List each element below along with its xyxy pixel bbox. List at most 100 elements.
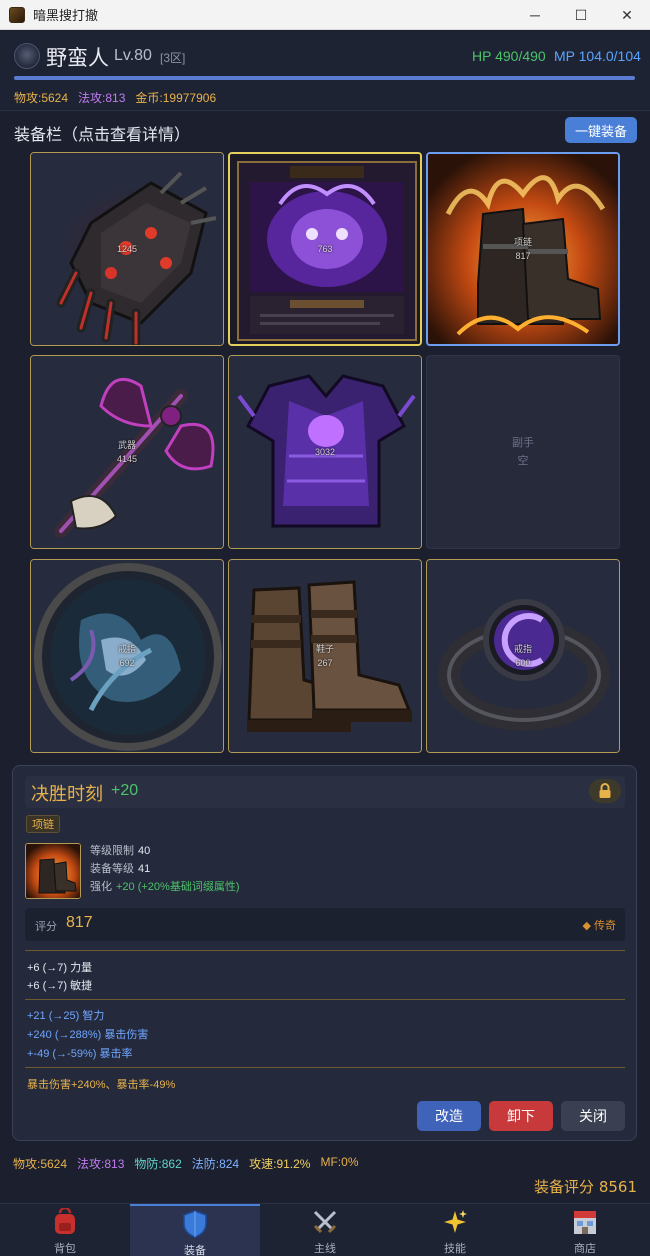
slot-text: 1245 (117, 242, 137, 256)
nav-store[interactable]: 商店 (520, 1204, 650, 1256)
nav-backpack[interactable]: 背包 (0, 1204, 130, 1256)
nav-equipment[interactable]: 装备 (130, 1204, 260, 1256)
slot-label: 戒指 (117, 644, 136, 654)
score-value: 817 (66, 914, 93, 931)
slot-text: 鞋子 267 (316, 642, 334, 670)
auto-equip-button[interactable]: 一键装备 (565, 117, 637, 143)
lock-icon (599, 783, 611, 798)
fire-boots-icon (26, 844, 80, 898)
server-tag: [3区] (160, 51, 186, 65)
slot-value: 763 (317, 244, 333, 254)
equip-slot-fire-boots[interactable]: 项链 817 (426, 152, 620, 346)
slot-value: 817 (515, 251, 531, 261)
equip-slot-ring[interactable]: 戒指 600 (426, 559, 620, 753)
magic-attr: +-49 (→-59%) 暴击率 (27, 1048, 133, 1060)
magic-attr: +240 (→288%) 暴击伤害 (27, 1029, 149, 1041)
experience-fill (14, 76, 635, 80)
special-effect: 暴击伤害+240%、暴击率-49% (27, 1079, 176, 1091)
reforge-button[interactable]: 改造 (417, 1101, 481, 1131)
slot-text: 3032 (315, 445, 335, 459)
item-detail-panel: 决胜时刻 +20 项链 等级限制 40 装备等级 41 强化 +20 (+20%基础词… (12, 765, 637, 1141)
equip-slot-gloves[interactable]: 1245 (30, 152, 224, 346)
item-thumbnail (25, 843, 81, 899)
maximize-button[interactable]: ☐ (558, 0, 604, 30)
equip-slot-necklace[interactable]: 763 (228, 152, 422, 346)
mf-stat: MF:0% (320, 1155, 359, 1169)
base-attr: +6 (→7) 力量 (27, 962, 93, 974)
lock-button[interactable] (589, 779, 621, 803)
enhance-info: 强化 +20 (+20%基础词缀属性) (90, 878, 239, 894)
nav-skills[interactable]: 技能 (390, 1204, 520, 1256)
slot-value: 3032 (314, 447, 336, 457)
slot-value: 1245 (116, 244, 138, 254)
window-titlebar: 暗黑搜打撤 ─ ☐ ✕ (0, 0, 650, 30)
crossed-swords-icon (311, 1208, 339, 1236)
slot-text: 项链 817 (514, 235, 532, 263)
equip-slot-weapon[interactable]: 武器 4145 (30, 355, 224, 549)
avatar[interactable] (14, 43, 40, 69)
equip-slot-amulet[interactable]: 戒指 692 (30, 559, 224, 753)
slot-text: 戒指 600 (514, 642, 532, 670)
slot-text: 武器 4145 (117, 438, 137, 466)
item-score-bar: 评分 817 ◆ 传奇 (25, 908, 625, 941)
phys-attack-stat: 物攻:5624 (14, 91, 69, 105)
window-title: 暗黑搜打撤 (33, 9, 99, 24)
equipment-title: 装备栏（点击查看详情） (14, 125, 191, 144)
divider (25, 950, 625, 951)
bottom-stats: 物攻:5624 法攻:813 物防:862 法防:824 攻速:91.2% MF… (13, 1155, 359, 1172)
equip-slot-shoes[interactable]: 鞋子 267 (228, 559, 422, 753)
base-attr: +6 (→7) 敏捷 (27, 980, 93, 992)
enhance-value: +20 (+20%基础词缀属性) (116, 881, 240, 893)
minimize-button[interactable]: ─ (512, 0, 558, 30)
nav-label: 主线 (314, 1242, 336, 1255)
mag-attack-stat: 法攻:813 (77, 1157, 125, 1171)
slot-text: 副手空 (512, 434, 534, 470)
sparkles-icon (441, 1208, 469, 1236)
nav-label: 商店 (574, 1242, 596, 1255)
mag-def-stat: 法防:824 (191, 1157, 240, 1171)
equip-slot-armor[interactable]: 3032 (228, 355, 422, 549)
header-stats: 物攻:5624 法攻:813 金币:19977906 (14, 89, 216, 106)
app-icon (9, 6, 25, 23)
total-equip-score: 装备评分 8561 (534, 1178, 637, 1196)
item-type-badge: 项链 (26, 815, 60, 833)
enhance-label: 强化 (90, 881, 112, 893)
nav-label: 背包 (54, 1242, 76, 1255)
slot-label: 项链 (513, 237, 532, 247)
window-controls: ─ ☐ ✕ (512, 0, 650, 30)
equip-slot-offhand[interactable]: 副手空 (426, 355, 620, 549)
rarity-label: ◆ 传奇 (582, 920, 616, 932)
level-req-label: 等级限制 (90, 845, 134, 857)
atk-speed-stat: 攻速:91.2% (249, 1157, 311, 1171)
character-header: 野蛮人 Lv.80 [3区] HP 490/490 MP 104.0/104 物… (0, 31, 650, 111)
slot-label: 戒指 (513, 644, 532, 654)
equip-level-value: 41 (138, 863, 151, 875)
slot-label: 武器 (117, 440, 136, 450)
divider (25, 1067, 625, 1068)
phys-attack-stat: 物攻:5624 (13, 1157, 68, 1171)
slot-text: 763 (317, 242, 332, 256)
store-icon (571, 1208, 599, 1236)
phys-def-stat: 物防:862 (134, 1157, 182, 1171)
nav-label: 技能 (444, 1242, 466, 1255)
gold-stat: 金币:19977906 (135, 91, 217, 105)
close-button[interactable]: 关闭 (561, 1101, 625, 1131)
unequip-button[interactable]: 卸下 (489, 1101, 553, 1131)
slot-text: 戒指 692 (118, 642, 136, 670)
shield-icon (181, 1210, 209, 1238)
close-window-button[interactable]: ✕ (604, 0, 650, 30)
slot-value: 空 (517, 455, 529, 467)
slot-value: 267 (317, 658, 333, 668)
mp-readout: MP 104.0/104 (554, 48, 641, 64)
nav-main-quest[interactable]: 主线 (260, 1204, 390, 1256)
mag-attack-stat: 法攻:813 (78, 91, 126, 105)
divider (25, 999, 625, 1000)
magic-attr: +21 (→25) 智力 (27, 1010, 105, 1022)
slot-value: 600 (515, 658, 531, 668)
character-level: Lv.80 (114, 47, 152, 64)
slot-value: 692 (119, 658, 135, 668)
item-name: 决胜时刻 (31, 784, 103, 805)
slot-label: 副手 (512, 437, 534, 449)
slot-value: 4145 (116, 454, 138, 464)
experience-bar (14, 76, 635, 80)
